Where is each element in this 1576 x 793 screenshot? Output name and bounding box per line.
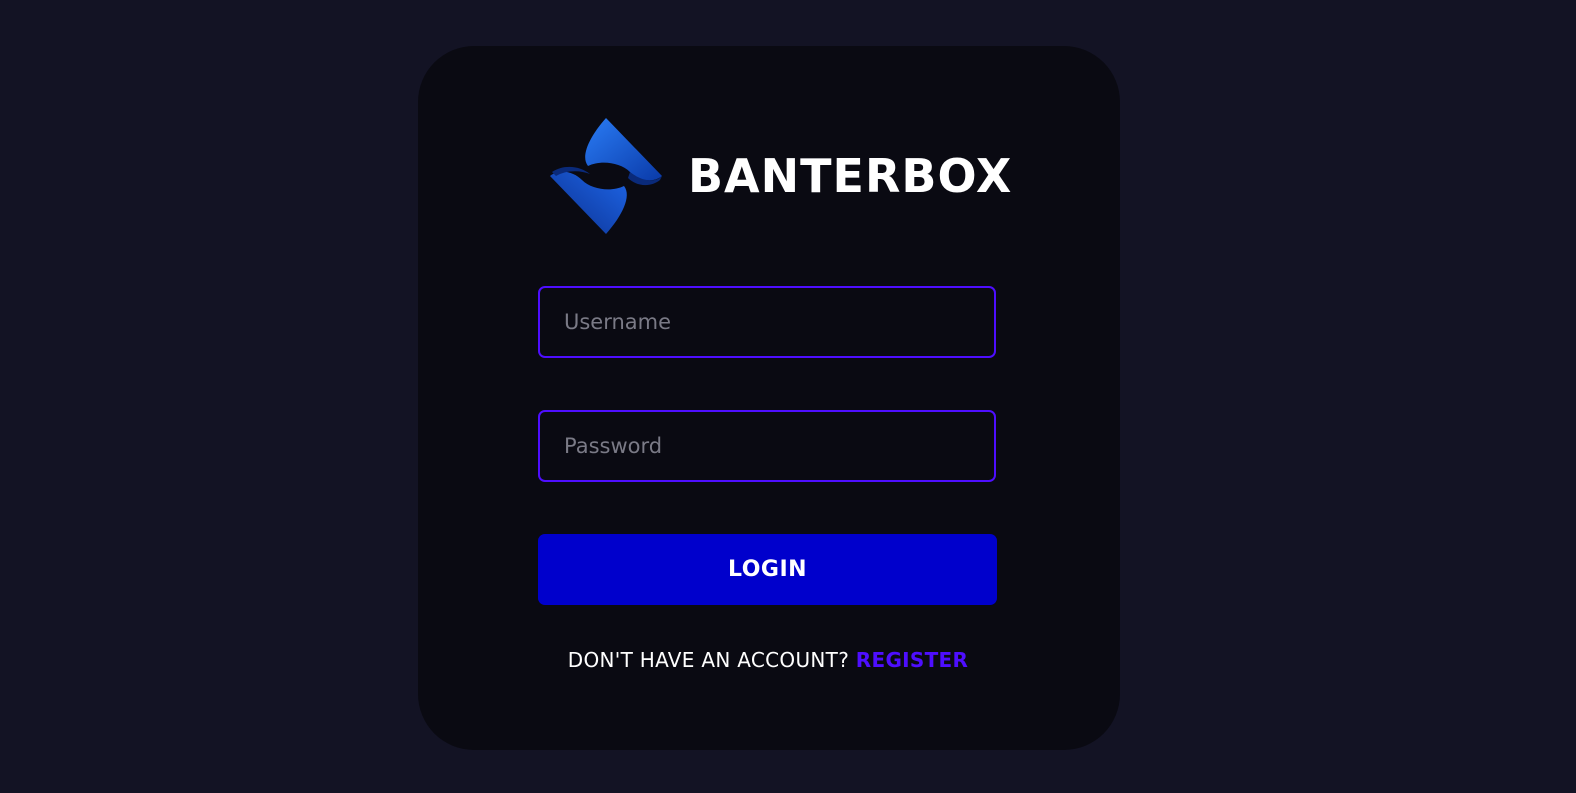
brand-name: BANTERBOX bbox=[688, 149, 1013, 203]
banterbox-logo-icon bbox=[550, 118, 662, 234]
password-input[interactable] bbox=[538, 410, 996, 482]
register-prompt: DON'T HAVE AN ACCOUNT? REGISTER bbox=[538, 648, 998, 672]
login-page: BANTERBOX LOGIN DON'T HAVE AN ACCOUNT? R… bbox=[0, 0, 1576, 793]
login-button[interactable]: LOGIN bbox=[538, 534, 997, 605]
username-input[interactable] bbox=[538, 286, 996, 358]
login-card: BANTERBOX LOGIN DON'T HAVE AN ACCOUNT? R… bbox=[418, 46, 1120, 750]
brand: BANTERBOX bbox=[550, 116, 1012, 236]
register-prompt-text: DON'T HAVE AN ACCOUNT? bbox=[567, 648, 850, 672]
register-link[interactable]: REGISTER bbox=[856, 648, 968, 672]
